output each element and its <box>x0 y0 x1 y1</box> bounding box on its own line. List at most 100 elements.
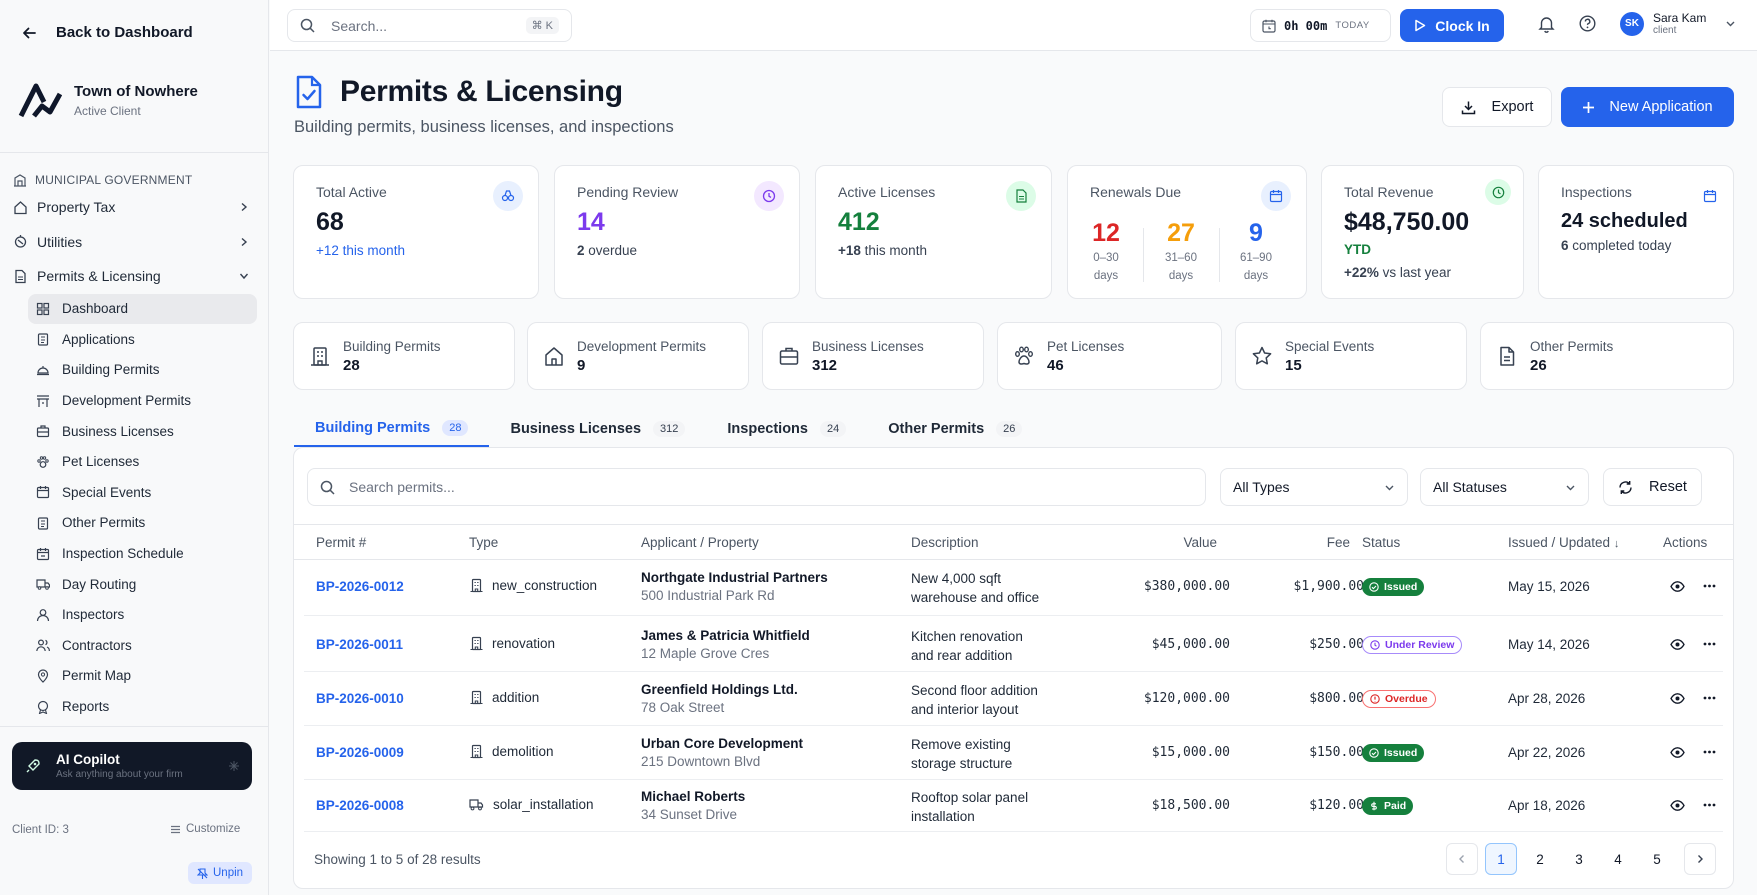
column-header-fee[interactable]: Fee <box>1270 535 1350 550</box>
search-icon <box>300 18 315 33</box>
global-search-input[interactable]: Search... ⌘ K <box>287 9 572 42</box>
tab-building-permits[interactable]: Building Permits 28 <box>294 410 490 447</box>
sidebar-item-inspectors[interactable]: Inspectors <box>28 599 257 630</box>
sidebar-item-utilities[interactable]: Utilities <box>0 225 269 260</box>
more-horizontal-icon[interactable] <box>1703 642 1716 646</box>
sidebar-item-inspection-schedule[interactable]: Inspection Schedule <box>28 538 257 569</box>
applicant-cell: Michael Roberts 34 Sunset Drive <box>641 789 745 822</box>
table-row[interactable]: BP-2026-0008 solar_installation Michael Ro… <box>304 779 1723 832</box>
sidebar-item-pet-licenses[interactable]: Pet Licenses <box>28 446 257 477</box>
help-icon[interactable] <box>1579 15 1596 32</box>
type-filter-select[interactable]: All Types <box>1220 468 1408 506</box>
column-header-type[interactable]: Type <box>469 535 498 550</box>
table-row[interactable]: BP-2026-0009 demolition Urban Core Develop… <box>304 726 1723 780</box>
chevron-right-icon <box>239 202 249 212</box>
sidebar-item-label: Day Routing <box>62 576 137 592</box>
column-header-permit[interactable]: Permit # <box>316 535 366 550</box>
unpin-label: Unpin <box>213 867 244 879</box>
stat-card-total-active[interactable]: Total Active 68 +12 this month <box>293 165 539 299</box>
category-card-other-permits[interactable]: Other Permits 26 <box>1480 322 1734 390</box>
page-button-5[interactable]: 5 <box>1641 843 1673 875</box>
category-card-business-licenses[interactable]: Business Licenses 312 <box>762 322 984 390</box>
sidebar-item-applications[interactable]: Applications <box>28 324 257 355</box>
page-button-2[interactable]: 2 <box>1524 843 1556 875</box>
sidebar-item-building-permits[interactable]: Building Permits <box>28 355 257 386</box>
sidebar-item-special-events[interactable]: Special Events <box>28 477 257 508</box>
page-button-3[interactable]: 3 <box>1563 843 1595 875</box>
more-horizontal-icon[interactable] <box>1703 750 1716 754</box>
category-card-building-permits[interactable]: Building Permits 28 <box>293 322 515 390</box>
stat-card-renewals-due[interactable]: Renewals Due 12 0–30 days 27 31–60 days … <box>1067 165 1307 299</box>
permit-number-link[interactable]: BP-2026-0011 <box>316 637 403 652</box>
eye-icon[interactable] <box>1670 692 1685 705</box>
permit-type-label: new_construction <box>492 578 598 593</box>
eye-icon[interactable] <box>1670 638 1685 651</box>
clock-in-button[interactable]: Clock In <box>1400 9 1504 42</box>
previous-page-button[interactable] <box>1446 843 1478 875</box>
table-row[interactable]: BP-2026-0011 renovation James & Patricia W… <box>304 618 1723 672</box>
back-to-dashboard-link[interactable]: Back to Dashboard <box>22 24 193 41</box>
column-header-issued[interactable]: Issued / Updated ↓ <box>1508 535 1619 550</box>
permit-number-link[interactable]: BP-2026-0010 <box>316 691 404 706</box>
eye-icon[interactable] <box>1670 799 1685 812</box>
tab-business-licenses[interactable]: Business Licenses 312 <box>489 410 706 447</box>
unpin-button[interactable]: Unpin <box>188 862 253 884</box>
stat-card-inspections[interactable]: Inspections 24 scheduled 6 completed tod… <box>1538 165 1734 299</box>
eye-icon[interactable] <box>1670 746 1685 759</box>
tab-count: 26 <box>996 420 1023 437</box>
tab-other-permits[interactable]: Other Permits 26 <box>867 410 1043 447</box>
column-header-value[interactable]: Value <box>1127 535 1217 550</box>
category-card-special-events[interactable]: Special Events 15 <box>1235 322 1467 390</box>
tab-inspections[interactable]: Inspections 24 <box>706 410 867 447</box>
reset-filters-button[interactable]: Reset <box>1603 468 1702 506</box>
export-button[interactable]: Export <box>1442 87 1552 127</box>
stat-card-total-revenue[interactable]: Total Revenue $48,750.00 YTD +22% vs las… <box>1321 165 1524 299</box>
more-horizontal-icon[interactable] <box>1703 803 1716 807</box>
sidebar-item-development-permits[interactable]: Development Permits <box>28 385 257 416</box>
user-menu[interactable]: SK Sara Kam client <box>1620 11 1736 36</box>
sidebar-item-dashboard[interactable]: Dashboard <box>28 293 257 325</box>
column-header-status[interactable]: Status <box>1362 535 1400 550</box>
stat-delta-text: vs last year <box>1382 265 1451 280</box>
ai-copilot-button[interactable]: AI Copilot Ask anything about your firm <box>12 742 252 790</box>
page-button-4[interactable]: 4 <box>1602 843 1634 875</box>
page-button-1[interactable]: 1 <box>1485 843 1517 875</box>
client-switcher[interactable]: Town of Nowhere Active Client <box>18 80 198 120</box>
bell-icon[interactable] <box>1538 15 1555 33</box>
description-line: Kitchen renovation <box>911 629 1023 644</box>
table-row[interactable]: BP-2026-0012 new_construction Northgate In… <box>304 560 1723 616</box>
category-card-development-permits[interactable]: Development Permits 9 <box>527 322 749 390</box>
more-horizontal-icon[interactable] <box>1703 696 1716 700</box>
permit-search-input[interactable]: Search permits... <box>307 468 1206 506</box>
new-application-button[interactable]: New Application <box>1561 87 1734 127</box>
sidebar-item-other-permits[interactable]: Other Permits <box>28 508 257 539</box>
stat-card-active-licenses[interactable]: Active Licenses 412 +18 this month <box>815 165 1052 299</box>
customize-button[interactable]: Customize <box>170 823 240 835</box>
column-header-description[interactable]: Description <box>911 535 979 550</box>
sidebar-item-permits-licensing[interactable]: Permits & Licensing <box>0 259 269 294</box>
eye-icon[interactable] <box>1670 580 1685 593</box>
permit-number-link[interactable]: BP-2026-0009 <box>316 745 404 760</box>
next-page-button[interactable] <box>1684 843 1716 875</box>
sidebar-item-contractors[interactable]: Contractors <box>28 630 257 661</box>
sidebar-item-reports[interactable]: Reports <box>28 691 257 722</box>
chevron-down-icon <box>1725 18 1736 29</box>
stat-card-pending-review[interactable]: Pending Review 14 2 overdue <box>554 165 800 299</box>
sidebar-item-label: Permits & Licensing <box>37 268 161 285</box>
sidebar-item-label: Other Permits <box>62 515 146 531</box>
more-horizontal-icon[interactable] <box>1703 584 1716 588</box>
status-filter-select[interactable]: All Statuses <box>1420 468 1589 506</box>
permit-number-link[interactable]: BP-2026-0012 <box>316 579 404 594</box>
permit-number-link[interactable]: BP-2026-0008 <box>316 798 404 813</box>
sidebar-item-property-tax[interactable]: Property Tax <box>0 190 269 225</box>
permit-fee: $800.00 <box>1309 691 1364 706</box>
time-tracker[interactable]: 0h 00m TODAY <box>1250 9 1391 42</box>
table-row[interactable]: BP-2026-0010 addition Greenfield Holdings … <box>304 672 1723 726</box>
sidebar-item-day-routing[interactable]: Day Routing <box>28 569 257 600</box>
sidebar-item-permit-map[interactable]: Permit Map <box>28 661 257 692</box>
column-header-applicant[interactable]: Applicant / Property <box>641 535 759 550</box>
building-icon <box>309 345 331 367</box>
sidebar-item-business-licenses[interactable]: Business Licenses <box>28 416 257 447</box>
description-line: Rooftop solar panel <box>911 790 1029 805</box>
category-card-pet-licenses[interactable]: Pet Licenses 46 <box>997 322 1222 390</box>
